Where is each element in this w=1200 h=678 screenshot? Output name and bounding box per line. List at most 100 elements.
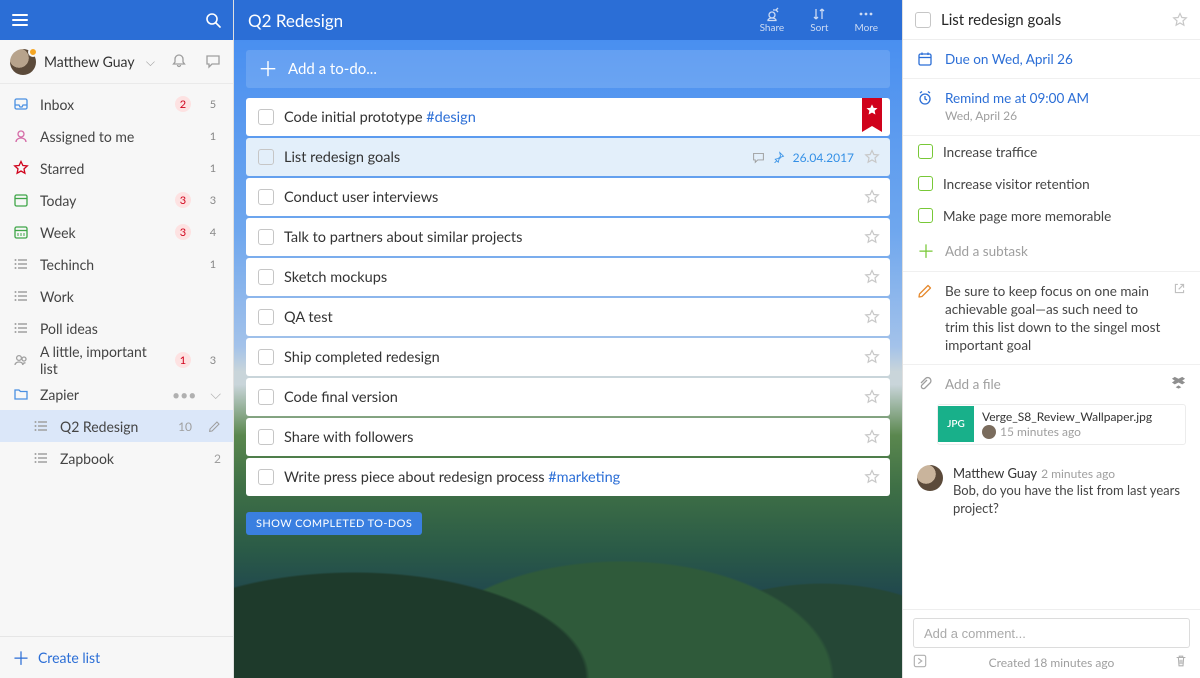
more-label: More xyxy=(854,22,878,34)
comment-avatar xyxy=(917,465,943,491)
star-icon[interactable] xyxy=(864,269,880,285)
reminder-row[interactable]: Remind me at 09:00 AM Wed, April 26 xyxy=(903,79,1200,135)
menu-icon[interactable] xyxy=(10,10,30,30)
share-button[interactable]: Share xyxy=(750,6,795,34)
sidebar-item-poll-ideas[interactable]: Poll ideas xyxy=(0,312,233,344)
sidebar-item-zapbook[interactable]: Zapbook2 xyxy=(0,442,233,474)
more-icon[interactable]: ••• xyxy=(172,386,196,403)
sidebar-item-week[interactable]: Week34 xyxy=(0,216,233,248)
user-row[interactable]: Matthew Guay ⌵ xyxy=(0,40,233,84)
dropbox-icon[interactable] xyxy=(1171,375,1186,390)
chevron-down-icon[interactable]: ⌵ xyxy=(210,385,221,403)
todo-item[interactable]: Code final version xyxy=(246,378,890,416)
todo-checkbox[interactable] xyxy=(258,109,274,125)
subtask-row[interactable]: Increase traffice xyxy=(903,136,1200,168)
todo-checkbox[interactable] xyxy=(258,389,274,405)
todo-item[interactable]: Code initial prototype #design xyxy=(246,98,890,136)
note-text: Be sure to keep focus on one main achiev… xyxy=(945,282,1163,355)
subtask-title: Make page more memorable xyxy=(943,207,1186,225)
chevron-down-icon[interactable]: ⌵ xyxy=(146,54,155,70)
star-icon[interactable] xyxy=(864,429,880,445)
todo-item[interactable]: Share with followers xyxy=(246,418,890,456)
add-file-row[interactable]: Add a file xyxy=(903,365,1200,397)
chat-icon[interactable] xyxy=(205,53,223,71)
count: 1 xyxy=(205,128,221,144)
todo-checkbox[interactable] xyxy=(258,469,274,485)
created-text: Created 18 minutes ago xyxy=(937,655,1166,670)
trash-icon[interactable] xyxy=(1174,654,1190,670)
create-list-button[interactable]: ＋ Create list xyxy=(0,636,233,678)
note-row[interactable]: Be sure to keep focus on one main achiev… xyxy=(903,272,1200,366)
sidebar-item-q-redesign[interactable]: Q2 Redesign10 xyxy=(0,410,233,442)
todo-checkbox[interactable] xyxy=(258,269,274,285)
show-completed-button[interactable]: SHOW COMPLETED TO-DOS xyxy=(246,512,422,535)
sidebar-item-inbox[interactable]: Inbox25 xyxy=(0,88,233,120)
star-icon[interactable] xyxy=(864,309,880,325)
subtask-title: Increase visitor retention xyxy=(943,175,1186,193)
file-meta: 15 minutes ago xyxy=(1000,424,1081,440)
todo-checkbox[interactable] xyxy=(258,309,274,325)
sidebar-item-techinch[interactable]: Techinch1 xyxy=(0,248,233,280)
add-subtask-row[interactable]: ＋ Add a subtask xyxy=(903,232,1200,271)
subtask-checkbox[interactable] xyxy=(918,144,933,159)
external-icon[interactable] xyxy=(1173,282,1186,295)
sidebar-item-label: A little, important list xyxy=(40,343,161,377)
todo-item[interactable]: Sketch mockups xyxy=(246,258,890,296)
file-name: Verge_S8_Review_Wallpaper.jpg xyxy=(982,409,1177,425)
subtask-checkbox[interactable] xyxy=(918,208,933,223)
search-icon[interactable] xyxy=(203,10,223,30)
comment: Matthew Guay2 minutes ago Bob, do you ha… xyxy=(903,455,1200,518)
todo-checkbox[interactable] xyxy=(258,349,274,365)
add-todo-input[interactable]: ＋ Add a to-do... xyxy=(246,50,890,88)
count: 3 xyxy=(205,192,221,208)
subtask-row[interactable]: Make page more memorable xyxy=(903,200,1200,232)
sidebar-item-starred[interactable]: Starred1 xyxy=(0,152,233,184)
starred-ribbon[interactable] xyxy=(862,98,882,126)
task-checkbox[interactable] xyxy=(915,12,931,28)
todo-title: Write press piece about redesign process… xyxy=(284,469,854,486)
comment-input[interactable] xyxy=(913,618,1190,648)
star-icon[interactable] xyxy=(1172,12,1188,28)
todo-checkbox[interactable] xyxy=(258,149,274,165)
star-icon[interactable] xyxy=(864,229,880,245)
star-icon[interactable] xyxy=(864,469,880,485)
sidebar-folder-zapier[interactable]: Zapier•••⌵ xyxy=(0,378,233,410)
pencil-icon[interactable] xyxy=(208,420,221,433)
todo-item[interactable]: Write press piece about redesign process… xyxy=(246,458,890,496)
todo-title: Sketch mockups xyxy=(284,269,854,286)
count: 1 xyxy=(205,256,221,272)
todo-checkbox[interactable] xyxy=(258,229,274,245)
sidebar-item-a-little-important-list[interactable]: A little, important list13 xyxy=(0,344,233,376)
more-button[interactable]: More xyxy=(844,6,888,34)
todo-item[interactable]: Talk to partners about similar projects xyxy=(246,218,890,256)
star-icon[interactable] xyxy=(864,149,880,165)
bell-icon[interactable] xyxy=(171,53,189,71)
star-icon[interactable] xyxy=(864,189,880,205)
sort-button[interactable]: Sort xyxy=(800,6,838,34)
todo-checkbox[interactable] xyxy=(258,189,274,205)
subtask-checkbox[interactable] xyxy=(918,176,933,191)
detail-title[interactable]: List redesign goals xyxy=(941,11,1162,29)
due-date-text: Due on Wed, April 26 xyxy=(945,50,1186,68)
todo-item[interactable]: List redesign goals26.04.2017 xyxy=(246,138,890,176)
list-title: Q2 Redesign xyxy=(248,10,744,31)
star-icon[interactable] xyxy=(864,389,880,405)
todo-item[interactable]: Conduct user interviews xyxy=(246,178,890,216)
subtask-row[interactable]: Increase visitor retention xyxy=(903,168,1200,200)
todo-title: Code initial prototype #design xyxy=(284,109,854,126)
collapse-icon[interactable] xyxy=(913,654,929,670)
todo-item[interactable]: QA test xyxy=(246,298,890,336)
todo-item[interactable]: Ship completed redesign xyxy=(246,338,890,376)
reminder-sub: Wed, April 26 xyxy=(945,108,1186,124)
sidebar-item-today[interactable]: Today33 xyxy=(0,184,233,216)
sidebar-item-label: Week xyxy=(40,224,161,241)
sidebar-item-assigned-to-me[interactable]: Assigned to me 1 xyxy=(0,120,233,152)
attached-file[interactable]: JPG Verge_S8_Review_Wallpaper.jpg 15 min… xyxy=(937,404,1186,445)
due-date-row[interactable]: Due on Wed, April 26 xyxy=(903,40,1200,79)
todo-checkbox[interactable] xyxy=(258,429,274,445)
sidebar-item-label: Assigned to me xyxy=(40,128,191,145)
comment-author: Matthew Guay xyxy=(953,465,1037,481)
sidebar-item-work[interactable]: Work xyxy=(0,280,233,312)
count: 1 xyxy=(205,160,221,176)
star-icon[interactable] xyxy=(864,349,880,365)
